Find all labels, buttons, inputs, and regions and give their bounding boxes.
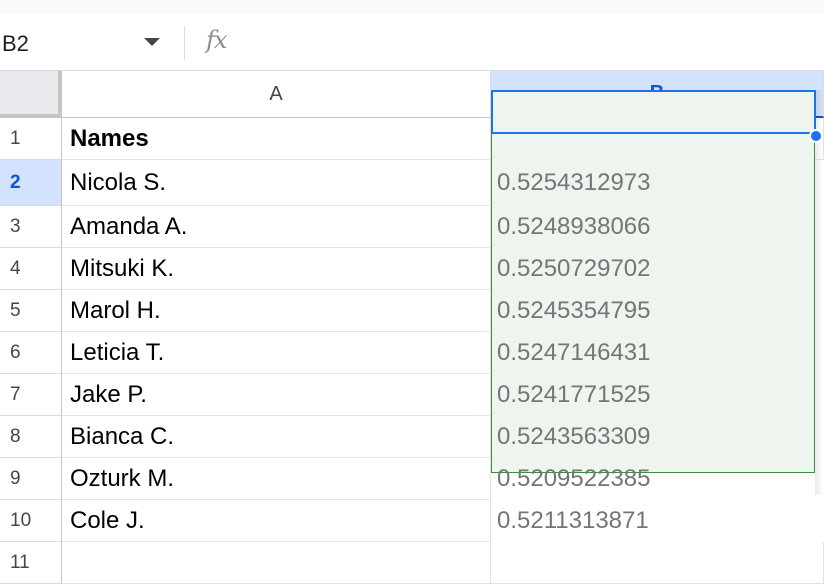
cell-a8[interactable]: Bianca C. — [62, 416, 491, 458]
cell-a9[interactable]: Ozturk M. — [62, 458, 491, 500]
formula-bar-divider — [184, 26, 185, 60]
cell-a11[interactable] — [62, 542, 491, 584]
row-header-11[interactable]: 11 — [0, 542, 62, 584]
cell-b10[interactable]: 0.5211313871 — [491, 500, 824, 542]
row-header-9[interactable]: 9 — [0, 458, 62, 500]
row-header-4[interactable]: 4 — [0, 248, 62, 290]
row-header-2[interactable]: 2 — [0, 160, 62, 206]
fill-handle[interactable] — [809, 129, 823, 143]
formula-bar: B2 fx — [0, 14, 824, 71]
cell-b5[interactable]: 0.5245354795 — [491, 290, 824, 332]
row-header-5[interactable]: 5 — [0, 290, 62, 332]
cell-b2[interactable]: 0.5254312973 — [491, 160, 824, 206]
cell-a7[interactable]: Jake P. — [62, 374, 491, 416]
cell-b3[interactable]: 0.5248938066 — [491, 206, 824, 248]
column-header-a[interactable]: A — [62, 71, 491, 118]
cell-b7[interactable]: 0.5241771525 — [491, 374, 824, 416]
cell-a2[interactable]: Nicola S. — [62, 160, 491, 206]
cell-a10[interactable]: Cole J. — [62, 500, 491, 542]
cell-b11[interactable] — [491, 542, 824, 584]
active-cell-border — [491, 90, 816, 134]
cell-a1[interactable]: Names — [62, 118, 491, 160]
name-box[interactable]: B2 — [2, 31, 29, 57]
select-all-corner[interactable] — [0, 71, 62, 118]
row-header-6[interactable]: 6 — [0, 332, 62, 374]
cell-b8[interactable]: 0.5243563309 — [491, 416, 824, 458]
row-header-3[interactable]: 3 — [0, 206, 62, 248]
cell-a6[interactable]: Leticia T. — [62, 332, 491, 374]
cell-b4[interactable]: 0.5250729702 — [491, 248, 824, 290]
cell-a5[interactable]: Marol H. — [62, 290, 491, 332]
formula-input[interactable] — [250, 24, 810, 60]
row-header-10[interactable]: 10 — [0, 500, 62, 542]
top-strip — [0, 0, 824, 14]
cell-a3[interactable]: Amanda A. — [62, 206, 491, 248]
cell-a4[interactable]: Mitsuki K. — [62, 248, 491, 290]
row-header-8[interactable]: 8 — [0, 416, 62, 458]
fx-icon: fx — [206, 26, 227, 54]
cell-b6[interactable]: 0.5247146431 — [491, 332, 824, 374]
name-box-dropdown-icon[interactable] — [144, 38, 160, 46]
cell-b9[interactable]: 0.5209522385 — [491, 458, 824, 500]
row-header-7[interactable]: 7 — [0, 374, 62, 416]
row-header-1[interactable]: 1 — [0, 118, 62, 160]
